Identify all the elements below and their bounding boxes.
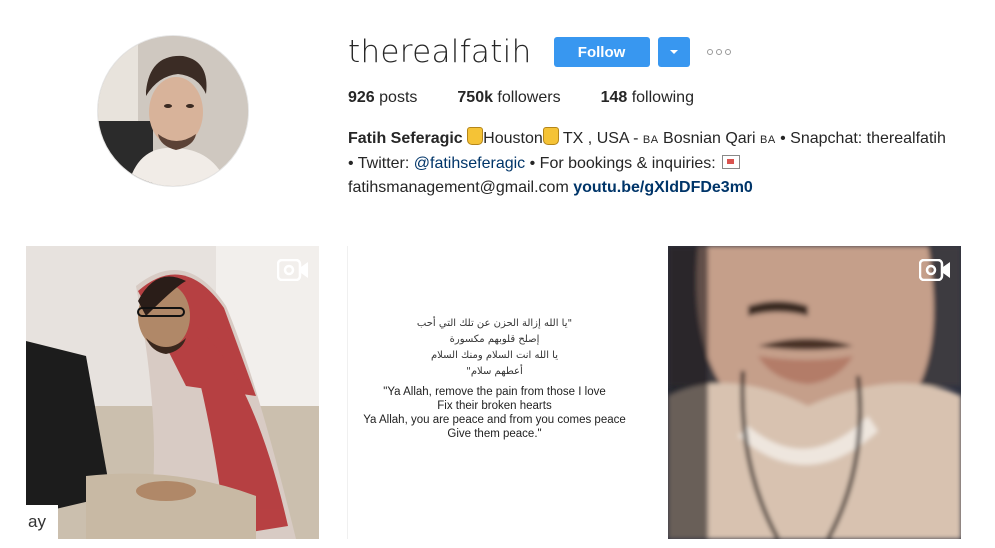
following-label: following [627, 89, 694, 106]
suggestions-dropdown-button[interactable] [657, 37, 690, 67]
bio-line-3: fatihsmanagement@gmail.com youtu.be/gXld… [348, 176, 988, 200]
following-count: 148 [600, 89, 628, 106]
following-stat[interactable]: 148 following [601, 89, 694, 107]
english-line: "Ya Allah, remove the pain from those I … [383, 386, 606, 398]
bio-twitter-prefix: • Twitter: [348, 155, 414, 172]
bio-email: fatihsmanagement@gmail.com [348, 179, 569, 196]
followers-count: 750k [457, 89, 493, 106]
website-link[interactable]: youtu.be/gXldDFDe3m0 [573, 179, 753, 196]
twitter-handle-link[interactable]: @fatihseferagic [414, 155, 525, 172]
post-tile[interactable]: "يا الله إزالة الحزن عن تلك التي أحب إصل… [347, 246, 640, 539]
post-tile[interactable]: ay [26, 246, 319, 539]
post-thumbnail [668, 246, 961, 539]
bio-line-1: Fatih Seferagic Houston TX , USA - BA Bo… [348, 127, 988, 152]
english-line: Ya Allah, you are peace and from you com… [363, 414, 626, 426]
english-line: Give them peace." [447, 428, 542, 440]
envelope-emoji-icon [722, 155, 741, 169]
english-line: Fix their broken hearts [437, 400, 552, 412]
bio-bookings: • For bookings & inquiries: [525, 155, 721, 172]
posts-label: posts [374, 89, 418, 106]
post-overlay-text: ay [26, 505, 58, 539]
bio-role: Bosnian Qari [658, 130, 760, 147]
more-options-button[interactable] [706, 37, 731, 67]
arabic-line: "يا الله إزالة الحزن عن تلك التي أحب [416, 318, 573, 329]
post-tile[interactable] [668, 246, 961, 539]
ellipsis-icon [715, 49, 722, 55]
hand-emoji-icon [542, 127, 559, 145]
arabic-quote: "يا الله إزالة الحزن عن تلك التي أحب إصل… [348, 316, 640, 380]
full-name: Fatih Seferagic [348, 130, 463, 147]
username: therealfatih [348, 34, 532, 70]
arabic-line: يا الله انت السلام ومنك السلام [430, 350, 559, 361]
profile-avatar[interactable] [97, 35, 249, 187]
bio-country: TX , USA - [558, 130, 643, 147]
arabic-line: إصلح قلوبهم مكسورة [449, 334, 540, 345]
follow-button[interactable]: Follow [553, 37, 650, 67]
flag-ba-icon: BA [642, 134, 659, 146]
bio-snapchat: • Snapchat: therealfatih [775, 130, 946, 147]
english-quote: "Ya Allah, remove the pain from those I … [348, 385, 640, 441]
posts-stat: 926 posts [348, 89, 417, 107]
posts-count: 926 [348, 89, 375, 106]
flag-ba-icon: BA [760, 134, 776, 146]
followers-stat[interactable]: 750k followers [457, 89, 560, 107]
bio-line-2: • Twitter: @fatihseferagic • For booking… [348, 152, 988, 176]
post-thumbnail [26, 246, 319, 539]
video-camera-icon [277, 259, 308, 281]
ellipsis-icon [724, 49, 731, 55]
arabic-line: أعطهم سلام" [466, 366, 523, 377]
hand-emoji-icon [467, 127, 484, 145]
ellipsis-icon [706, 49, 713, 55]
followers-label: followers [492, 89, 561, 106]
profile-bio: Fatih Seferagic Houston TX , USA - BA Bo… [348, 127, 988, 200]
chevron-down-icon [669, 50, 678, 54]
title-row: therealfatih Follow [348, 30, 978, 74]
quote-image: "يا الله إزالة الحزن عن تلك التي أحب إصل… [347, 246, 640, 539]
video-camera-icon [919, 259, 950, 281]
bio-location: Houston [483, 130, 543, 147]
profile-stats: 926 posts 750k followers 148 following [348, 87, 978, 109]
profile-header: therealfatih Follow 926 posts 750k follo… [348, 30, 978, 200]
